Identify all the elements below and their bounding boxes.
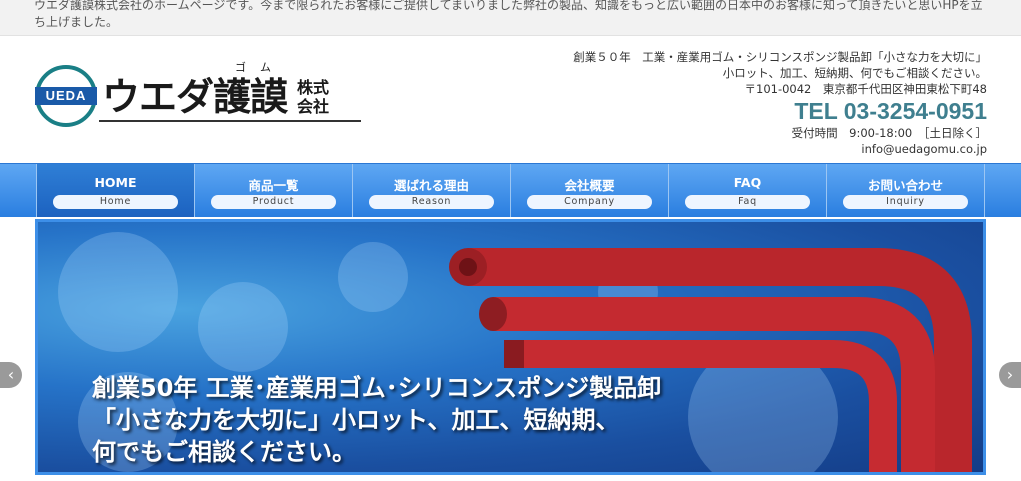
nav-item-product[interactable]: 商品一覧 Product (195, 164, 353, 217)
nav-sublabel: Reason (369, 195, 494, 209)
nav-label: 選ばれる理由 (393, 178, 469, 193)
hero-slide: 創業50年 工業･産業用ゴム･シリコンスポンジ製品卸 「小さな力を大切に」小ロッ… (35, 219, 986, 475)
nav-label: お問い合わせ (867, 178, 943, 193)
tagline-2: 小ロット、加工、短納期、何でもご相談ください。 (722, 66, 987, 80)
logo-emblem-icon: UEDA (35, 65, 97, 127)
hero-line-1: 創業50年 工業･産業用ゴム･シリコンスポンジ製品卸 (92, 374, 662, 402)
logo-badge-text: UEDA (45, 88, 87, 103)
nav-label: 会社概要 (564, 178, 615, 193)
nav-sublabel: Product (211, 195, 336, 209)
chevron-right-icon: › (1006, 365, 1014, 384)
nav-sublabel: Home (53, 195, 178, 209)
logo-company-name: ウエダ護謨 (102, 75, 288, 119)
contact-block: 創業５０年 工業・産業用ゴム・シリコンスポンジ製品卸「小さな力を大切に」 小ロッ… (527, 49, 987, 157)
nav-sublabel: Company (527, 195, 652, 209)
intro-text: ウエダ護謨株式会社のホームページです。今まで限られたお客様にご提供してまいりまし… (34, 0, 983, 29)
nav-label: HOME (94, 175, 137, 190)
nav-item-faq[interactable]: FAQ Faq (669, 164, 827, 217)
tagline-1: 創業５０年 工業・産業用ゴム・シリコンスポンジ製品卸「小さな力を大切に」 (573, 50, 987, 64)
nav-item-company[interactable]: 会社概要 Company (511, 164, 669, 217)
logo-underline (99, 120, 361, 122)
business-hours: 受付時間 9:00-18:00 ［土日除く］ (791, 126, 987, 140)
address: 〒101-0042 東京都千代田区神田東松下町48 (744, 82, 988, 96)
slider-prev-button[interactable]: ‹ (0, 362, 22, 388)
phone-number[interactable]: TEL 03-3254-0951 (527, 97, 987, 125)
nav-item-home[interactable]: HOME Home (36, 164, 195, 217)
intro-banner: ウエダ護謨株式会社のホームページです。今まで限られたお客様にご提供してまいりまし… (0, 0, 1021, 36)
nav-label: FAQ (733, 175, 762, 190)
nav-item-reason[interactable]: 選ばれる理由 Reason (353, 164, 511, 217)
nav-sublabel: Faq (685, 195, 810, 209)
hero-line-2: 「小さな力を大切に」小ロット、加工、短納期、 (92, 406, 620, 434)
logo-furigana: ゴム (235, 61, 285, 74)
company-logo[interactable]: UEDA ゴム ウエダ護謨 株式会社 (35, 61, 365, 132)
hero-headline: 創業50年 工業･産業用ゴム･シリコンスポンジ製品卸 「小さな力を大切に」小ロッ… (92, 372, 661, 468)
site-header: UEDA ゴム ウエダ護謨 株式会社 創業５０年 工業・産業用ゴム・シリコンスポ… (0, 37, 1021, 163)
nav-label: 商品一覧 (248, 178, 299, 193)
nav-item-inquiry[interactable]: お問い合わせ Inquiry (827, 164, 985, 217)
logo-kabushiki: 株式会社 (297, 78, 330, 116)
hero-line-3: 何でもご相談ください。 (92, 438, 356, 466)
main-nav: HOME Home 商品一覧 Product 選ばれる理由 Reason 会社概… (0, 163, 1021, 217)
chevron-left-icon: ‹ (7, 365, 15, 384)
email-link[interactable]: info@uedagomu.co.jp (527, 141, 987, 157)
slider-next-button[interactable]: › (999, 362, 1021, 388)
nav-sublabel: Inquiry (843, 195, 968, 209)
